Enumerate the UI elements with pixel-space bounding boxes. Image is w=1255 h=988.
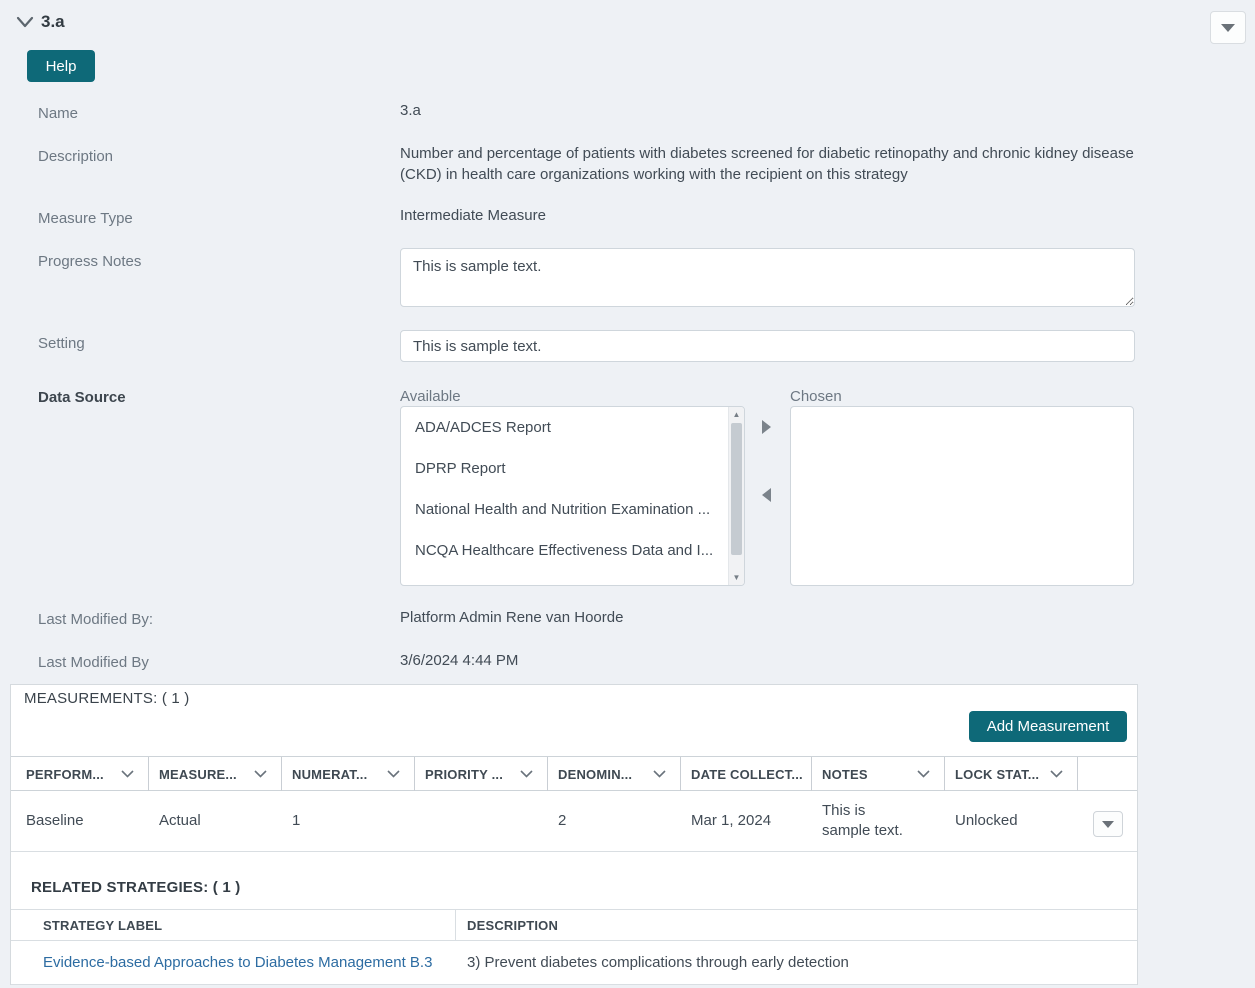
chevron-down-icon[interactable] [520, 770, 533, 778]
move-right-icon[interactable] [762, 420, 771, 434]
last-modified-by-date-value: 3/6/2024 4:44 PM [400, 652, 519, 669]
cell-denominator: 2 [558, 812, 567, 829]
column-header-notes[interactable]: NOTES [812, 757, 945, 791]
section-menu-button[interactable] [1210, 11, 1246, 44]
chosen-listbox[interactable] [790, 406, 1134, 586]
name-label: Name [38, 105, 79, 122]
scrollbar[interactable]: ▲ ▼ [728, 407, 744, 585]
column-header-description: DESCRIPTION [467, 918, 559, 933]
chosen-label: Chosen [790, 388, 842, 405]
available-listbox[interactable]: ADA/ADCES Report DPRP Report National He… [400, 406, 745, 586]
list-item[interactable]: National Health and Nutrition Examinatio… [401, 489, 729, 530]
cell-lock-status: Unlocked [955, 812, 1018, 829]
cell-notes: This is sample text. [822, 802, 903, 839]
column-header-actions [1078, 757, 1137, 791]
measurements-section-title: MEASUREMENTS: ( 1 ) [24, 690, 190, 707]
chevron-down-icon[interactable] [653, 770, 666, 778]
last-modified-by-name-value: Platform Admin Rene van Hoorde [400, 609, 624, 626]
chevron-down-icon[interactable] [917, 770, 930, 778]
measurements-table-header: PERFORM... MEASURE... NUMERAT... PRIORIT… [11, 756, 1137, 791]
column-header-date-collected[interactable]: DATE COLLECT... [681, 757, 812, 791]
progress-notes-label: Progress Notes [38, 253, 142, 270]
description-value: Number and percentage of patients with d… [400, 145, 1134, 183]
collapse-chevron-icon[interactable] [16, 16, 34, 28]
scrollbar-thumb[interactable] [731, 423, 742, 555]
table-row: Baseline Actual 1 2 Mar 1, 2024 This is … [11, 791, 1137, 852]
measurements-panel: MEASUREMENTS: ( 1 ) Add Measurement PERF… [10, 684, 1138, 985]
measure-type-value: Intermediate Measure [400, 207, 546, 224]
available-label: Available [400, 388, 461, 405]
measure-detail-page: 3.a Help Name 3.a Description Number and… [0, 0, 1255, 988]
name-value: 3.a [400, 102, 421, 119]
help-button[interactable]: Help [27, 50, 95, 82]
cell-performance: Baseline [26, 812, 84, 829]
column-header-performance[interactable]: PERFORM... [16, 757, 149, 791]
chevron-down-icon[interactable] [1050, 770, 1063, 778]
page-title: 3.a [41, 12, 65, 31]
list-item[interactable]: DPRP Report [401, 448, 729, 489]
column-header-strategy-label: STRATEGY LABEL [31, 910, 456, 941]
list-item[interactable]: NCQA Healthcare Effectiveness Data and I… [401, 530, 729, 571]
strategy-link[interactable]: Evidence-based Approaches to Diabetes Ma… [43, 954, 432, 971]
column-header-lock-status[interactable]: LOCK STAT... [945, 757, 1078, 791]
column-header-numerator[interactable]: NUMERAT... [282, 757, 415, 791]
description-label: Description [38, 148, 114, 165]
cell-numerator: 1 [292, 812, 301, 829]
chevron-down-icon[interactable] [387, 770, 400, 778]
cell-date-collected: Mar 1, 2024 [691, 812, 772, 829]
list-item[interactable]: ADA/ADCES Report [401, 407, 729, 448]
measure-type-label: Measure Type [38, 210, 133, 227]
last-modified-by-date-label: Last Modified By [38, 654, 149, 671]
related-strategies-table-header: STRATEGY LABEL DESCRIPTION [11, 909, 1137, 941]
data-source-label: Data Source [38, 389, 126, 406]
row-menu-button[interactable] [1093, 811, 1123, 837]
table-row: Evidence-based Approaches to Diabetes Ma… [11, 941, 1137, 985]
setting-input[interactable] [400, 330, 1135, 362]
cell-strategy-description: 3) Prevent diabetes complications throug… [467, 954, 849, 971]
column-header-measurement-type[interactable]: MEASURE... [149, 757, 282, 791]
column-header-denominator[interactable]: DENOMIN... [548, 757, 681, 791]
add-measurement-button[interactable]: Add Measurement [969, 711, 1127, 742]
scroll-up-icon[interactable]: ▲ [729, 407, 744, 422]
cell-strategy-label: Evidence-based Approaches to Diabetes Ma… [43, 941, 453, 984]
caret-down-icon [1221, 23, 1235, 32]
column-header-priority[interactable]: PRIORITY ... [415, 757, 548, 791]
progress-notes-input[interactable]: This is sample text. [400, 248, 1135, 307]
chevron-down-icon[interactable] [121, 770, 134, 778]
cell-measurement-type: Actual [159, 812, 201, 829]
cell-priority [415, 791, 548, 851]
setting-label: Setting [38, 335, 85, 352]
related-strategies-section-title: RELATED STRATEGIES: ( 1 ) [31, 879, 241, 896]
last-modified-by-name-label: Last Modified By: [38, 611, 154, 628]
caret-down-icon [1102, 820, 1114, 828]
scroll-down-icon[interactable]: ▼ [729, 570, 744, 585]
move-left-icon[interactable] [762, 488, 771, 502]
chevron-down-icon[interactable] [254, 770, 267, 778]
